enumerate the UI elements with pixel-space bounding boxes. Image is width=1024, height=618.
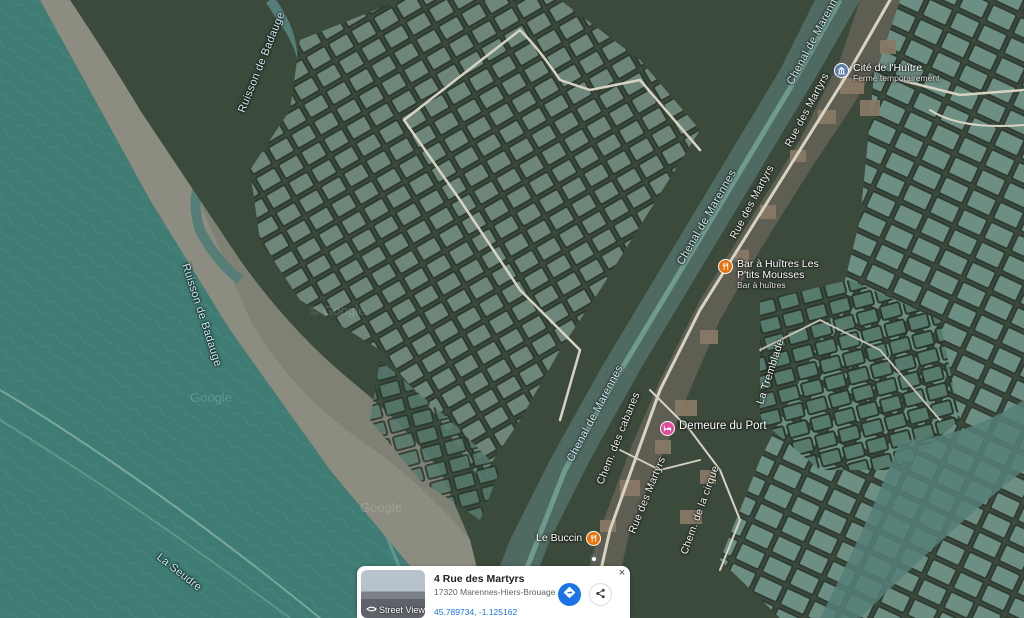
- place-coordinates[interactable]: 45.789734, -1.125162: [434, 607, 517, 617]
- street-view-label-wrap: Street View: [366, 605, 425, 615]
- street-view-thumbnail[interactable]: Street View: [361, 570, 425, 618]
- directions-icon: [563, 586, 576, 604]
- poi-subtitle: Bar à huîtres: [737, 280, 786, 290]
- place-title: 4 Rue des Martyrs: [434, 573, 525, 585]
- share-icon: [595, 586, 606, 604]
- place-address: 17320 Marennes-Hiers-Brouage: [434, 587, 556, 597]
- satellite-map[interactable]: Ruisson de Badauge Ruisson de Badauge La…: [0, 0, 1024, 618]
- poi-subtitle: Fermé temporairement: [853, 73, 940, 83]
- place-info-card[interactable]: Street View 4 Rue des Martyrs 17320 Mare…: [357, 566, 630, 618]
- poi-name: Le Buccin: [536, 532, 583, 544]
- poi-le-buccin[interactable]: Le Buccin: [536, 531, 602, 546]
- map-watermark: Google: [190, 390, 232, 405]
- share-button[interactable]: [589, 583, 612, 606]
- close-icon[interactable]: ×: [616, 567, 628, 579]
- selected-location-marker: [590, 555, 598, 563]
- poi-cite-de-l-huitre[interactable]: Cité de l'Huître Fermé temporairement: [834, 63, 939, 83]
- street-view-label: Street View: [379, 605, 425, 615]
- map-watermark: © Google: [310, 303, 366, 318]
- hotel-icon: [660, 421, 675, 436]
- poi-bar-a-huitres[interactable]: Bar à Huîtres Les P'tits Mousses Bar à h…: [718, 259, 819, 290]
- poi-demeure-du-port[interactable]: Demeure du Port: [660, 420, 767, 436]
- map-watermark: Google: [360, 500, 402, 515]
- satellite-imagery: [0, 0, 1024, 618]
- restaurant-icon: [718, 259, 733, 274]
- street-view-icon: [366, 605, 377, 615]
- poi-name: Demeure du Port: [679, 420, 767, 432]
- restaurant-icon: [586, 531, 602, 546]
- directions-button[interactable]: [558, 583, 581, 606]
- museum-icon: [834, 63, 849, 78]
